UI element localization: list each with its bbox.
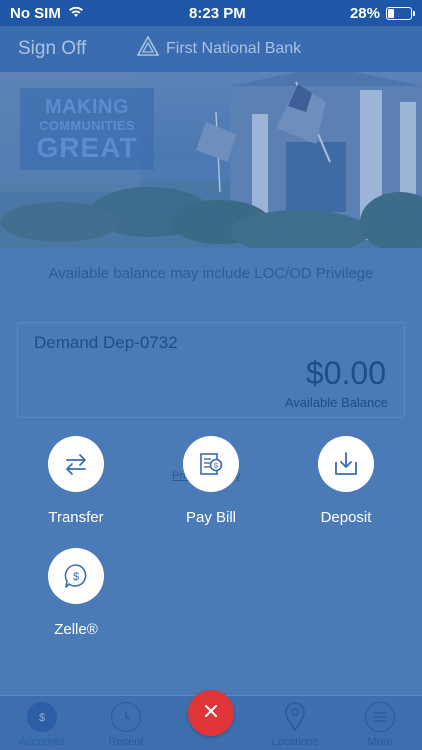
carrier-label: No SIM [10, 4, 61, 22]
zelle-label: Zelle® [54, 621, 98, 638]
tab-recent[interactable]: Recent [84, 702, 168, 748]
svg-text:$: $ [214, 463, 218, 470]
account-balance: $0.00 [305, 355, 386, 391]
account-card[interactable]: Demand Dep-0732 $0.00 Available Balance [17, 322, 405, 418]
tab-accounts[interactable]: $ Accounts [0, 702, 84, 748]
bank-logo-icon [136, 34, 160, 64]
bank-logo: First National Bank [136, 34, 302, 64]
svg-text:$: $ [73, 571, 79, 583]
pay-bill-label: Pay Bill [185, 509, 237, 526]
transfer-label: Transfer [48, 509, 104, 526]
balance-notice: Available balance may include LOC/OD Pri… [48, 265, 374, 282]
tab-recent-label: Recent [108, 736, 144, 748]
tab-locations-label: Locations [271, 736, 319, 748]
battery-icon [385, 6, 415, 20]
pay-bill-button[interactable]: $ Pay Bill [156, 436, 266, 526]
tab-locations[interactable]: Locations [253, 702, 337, 748]
close-icon [204, 704, 218, 723]
tab-more-label: More [367, 736, 393, 748]
hero-badge-line2: COMMUNITIES [39, 117, 135, 133]
hero-badge: MAKING COMMUNITIES GREAT [20, 88, 154, 170]
bill-icon: $ [183, 436, 239, 492]
hero-badge-line1: MAKING [44, 95, 130, 118]
wifi-icon [67, 5, 85, 22]
sign-off-button[interactable]: Sign Off [18, 38, 136, 60]
transfer-button[interactable]: Transfer [21, 436, 131, 526]
deposit-icon [318, 436, 374, 492]
zelle-button[interactable]: $ Zelle® [21, 548, 131, 638]
bank-name: First National Bank [166, 40, 302, 57]
clock-icon [111, 702, 141, 732]
deposit-label: Deposit [320, 509, 372, 526]
accounts-icon: $ [27, 702, 57, 732]
tab-more[interactable]: More [338, 702, 422, 748]
deposit-button[interactable]: Deposit [291, 436, 401, 526]
account-name: Demand Dep-0732 [34, 333, 178, 352]
location-pin-icon [280, 702, 310, 732]
account-balance-label: Available Balance [284, 395, 388, 410]
tab-accounts-label: Accounts [19, 736, 65, 748]
transfer-icon [48, 436, 104, 492]
hero-banner: MAKING COMMUNITIES GREAT [0, 72, 422, 248]
hero-badge-line3: GREAT [36, 131, 138, 163]
battery-percent: 28% [349, 4, 380, 22]
status-bar: No SIM 8:23 PM 28% [0, 0, 422, 26]
close-menu-button[interactable] [188, 690, 234, 736]
menu-icon [365, 702, 395, 732]
app-header: Sign Off First National Bank [0, 26, 422, 72]
svg-text:$: $ [39, 712, 45, 724]
clock-time: 8:23 PM [189, 4, 246, 22]
zelle-icon: $ [48, 548, 104, 604]
